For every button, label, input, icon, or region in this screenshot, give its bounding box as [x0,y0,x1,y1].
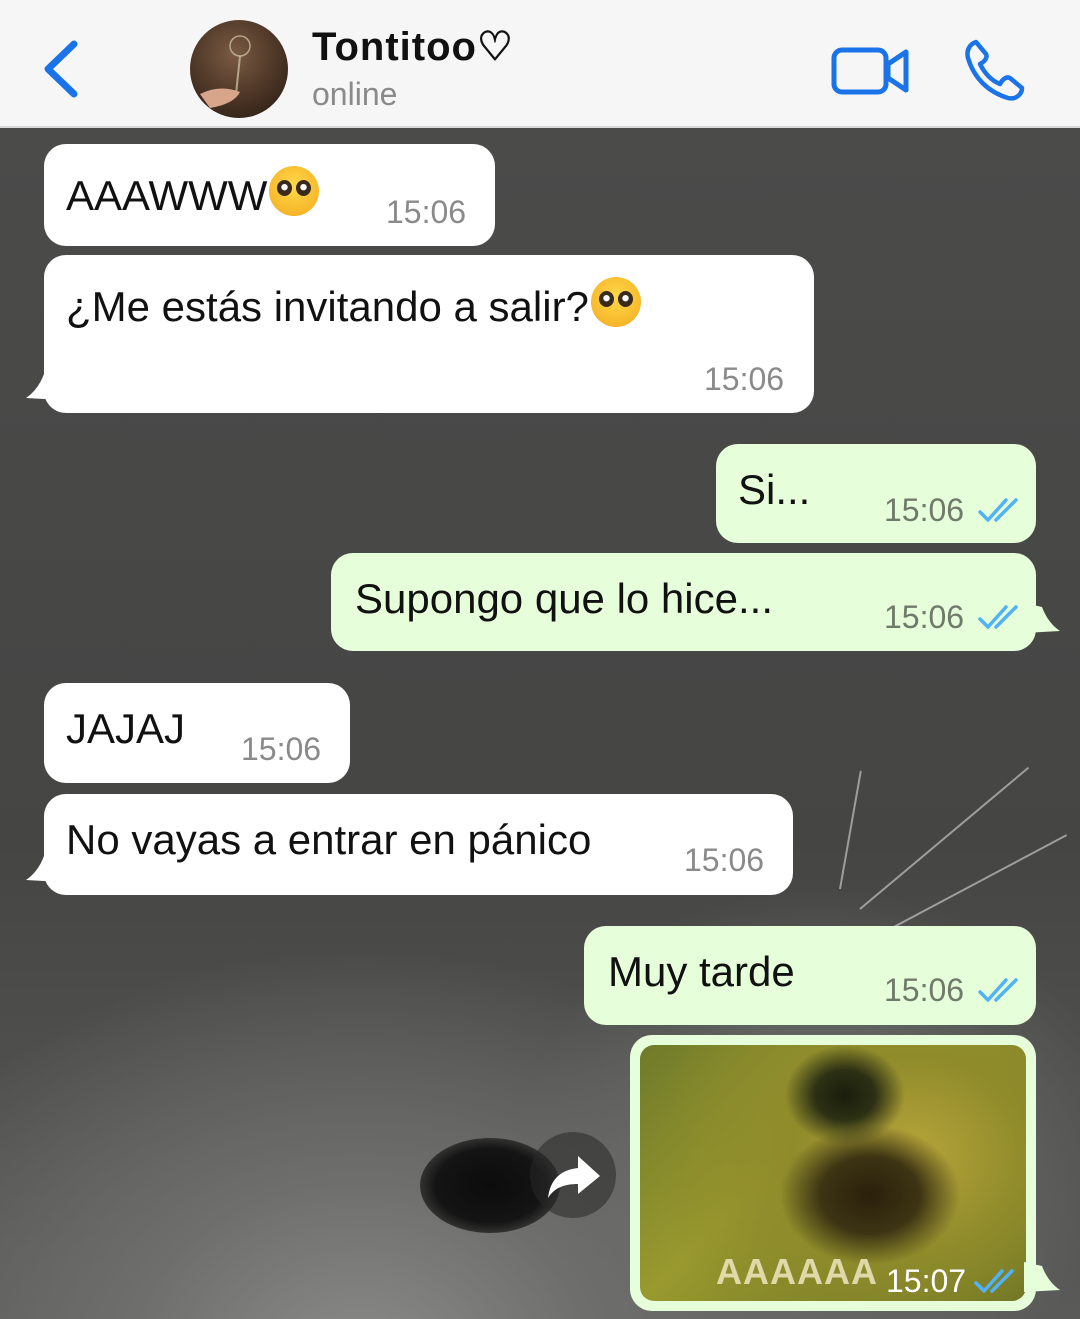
gif-image[interactable]: AAAAAA 15:07 [640,1045,1026,1301]
message-body: AAAWWW [66,166,320,220]
wallpaper-whisker [859,766,1030,910]
forward-button[interactable] [530,1132,616,1218]
message-text: No vayas a entrar en pánico [66,816,592,863]
wallpaper-whisker [839,770,862,890]
message-time: 15:06 [684,842,765,878]
message-text: JAJAJ [66,705,186,752]
read-receipt-icon [978,498,1018,522]
incoming-message[interactable]: ¿Me estás invitando a salir? 15:06 [44,255,814,413]
incoming-message[interactable]: No vayas a entrar en pánico 15:06 [44,794,793,895]
outgoing-message[interactable]: Muy tarde 15:06 [584,926,1036,1025]
outgoing-message[interactable]: Si... 15:06 [716,444,1036,543]
read-receipt-icon [974,1269,1014,1293]
chevron-left-icon[interactable] [38,36,86,102]
outgoing-image-message[interactable]: AAAAAA 15:07 [630,1035,1036,1311]
message-time: 15:07 [886,1263,967,1299]
message-time: 15:06 [884,972,965,1008]
bubble-tail [1024,1262,1060,1292]
forward-arrow-icon [548,1156,600,1198]
bubble-tail [1024,603,1060,633]
message-text: Muy tarde [608,948,795,995]
incoming-message[interactable]: AAAWWW 15:06 [44,144,495,246]
message-time: 15:06 [241,731,322,767]
contact-name[interactable]: Tontitoo♡ [312,24,514,70]
outgoing-message[interactable]: Supongo que lo hice... 15:06 [331,553,1036,651]
pleading-face-emoji-icon [269,166,320,216]
message-text: ¿Me estás invitando a salir? [66,283,589,330]
avatar[interactable] [190,20,288,118]
dandelion-photo-icon [200,35,251,108]
pleading-face-emoji-icon [590,277,641,327]
message-text: Si... [738,466,811,513]
incoming-message[interactable]: JAJAJ 15:06 [44,683,350,783]
message-time: 15:06 [884,492,965,528]
message-text: Supongo que lo hice... [355,575,773,622]
contact-status: online [312,76,398,112]
message-time: 15:06 [884,599,965,635]
message-time: 15:06 [386,194,467,230]
wallpaper-whisker [889,834,1068,930]
chat-header: Tontitoo♡ online [0,0,1080,128]
message-time: 15:06 [704,361,785,397]
message-text: AAAWWW [66,172,268,219]
bubble-tail [26,370,62,400]
read-receipt-icon [978,605,1018,629]
bubble-tail [26,852,62,882]
video-camera-icon[interactable] [830,42,912,98]
phone-icon[interactable] [962,38,1026,102]
message-body: ¿Me estás invitando a salir? [66,277,641,331]
image-caption-text: AAAAAA [716,1251,878,1292]
read-receipt-icon [978,978,1018,1002]
